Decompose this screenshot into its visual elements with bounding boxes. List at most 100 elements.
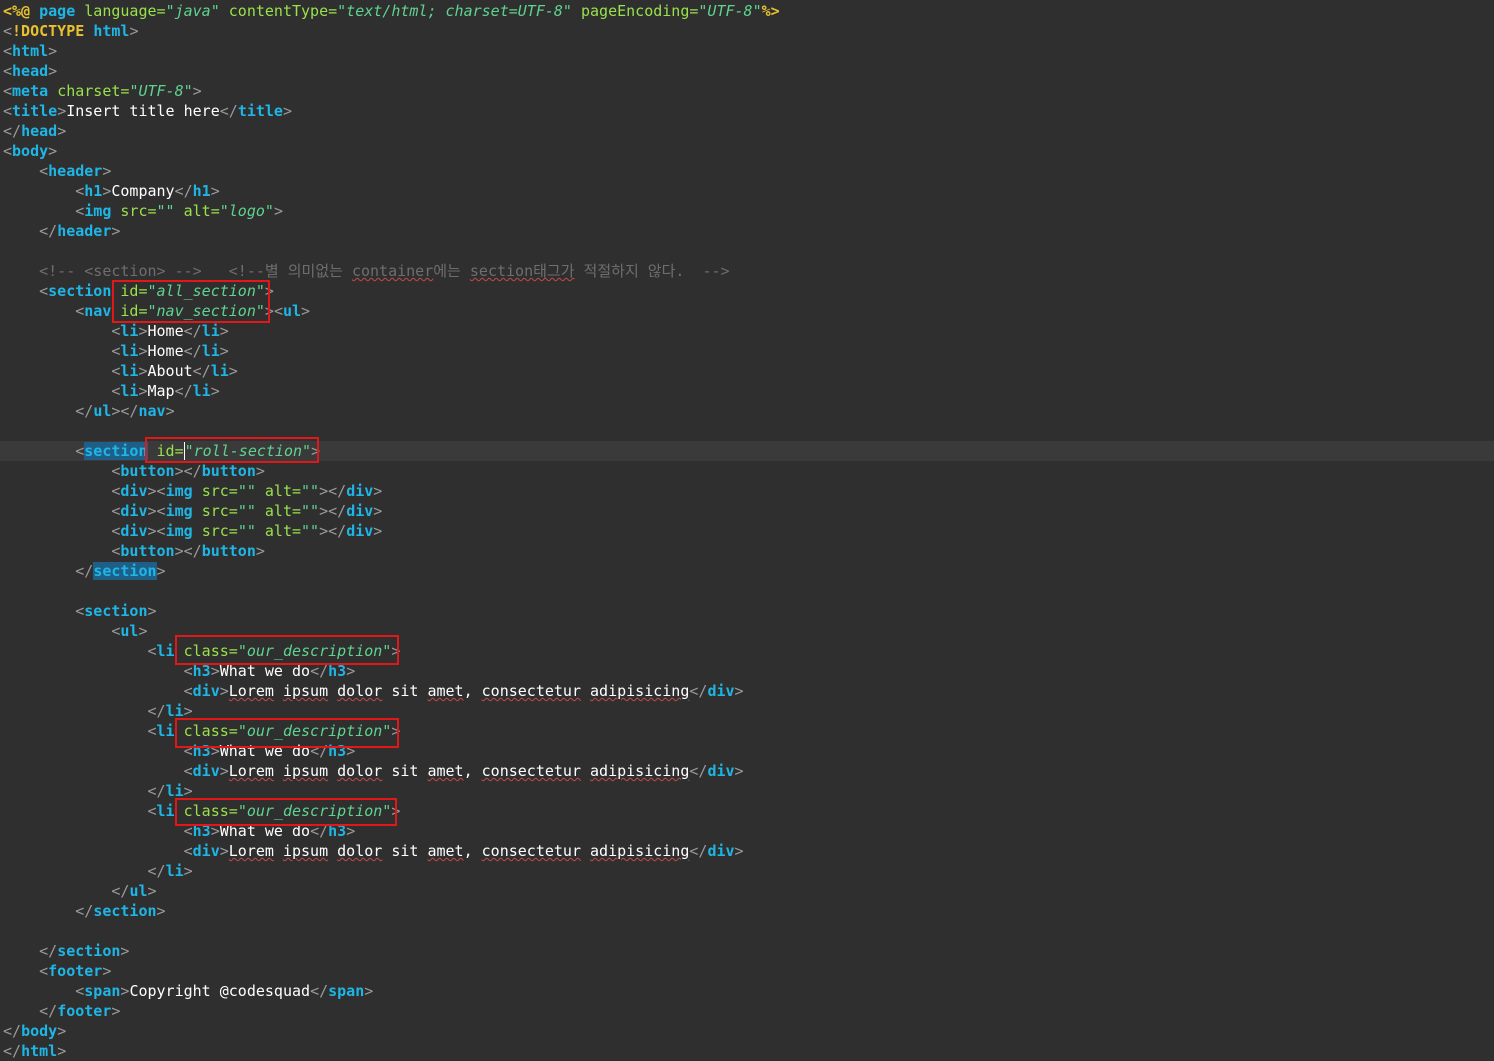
code-token: > (183, 862, 193, 880)
code-line[interactable]: <head> (0, 61, 1494, 81)
code-line[interactable]: <h3>What we do</h3> (0, 661, 1494, 681)
code-line[interactable]: <li>Home</li> (0, 341, 1494, 361)
code-line[interactable]: <div><img src="" alt=""></div> (0, 501, 1494, 521)
code-token: sit (382, 762, 428, 780)
code-line[interactable]: <section id="all_section"> (0, 281, 1494, 301)
code-token: ></ (174, 462, 202, 480)
code-token: alt= (183, 202, 220, 220)
code-line[interactable]: </section> (0, 561, 1494, 581)
code-token: > (102, 962, 112, 980)
code-line[interactable] (0, 581, 1494, 601)
code-token: > (138, 382, 148, 400)
code-line[interactable]: <title>Insert title here</title> (0, 101, 1494, 121)
code-token: h3 (192, 662, 211, 680)
code-token: > (264, 302, 274, 320)
code-line[interactable]: <li>About</li> (0, 361, 1494, 381)
code-line[interactable]: <img src="" alt="logo"> (0, 201, 1494, 221)
code-line[interactable] (0, 241, 1494, 261)
code-line[interactable]: </ul> (0, 881, 1494, 901)
code-line[interactable]: <button></button> (0, 461, 1494, 481)
code-token: head (21, 122, 58, 140)
code-line[interactable]: </ul></nav> (0, 401, 1494, 421)
code-line[interactable]: <li>Map</li> (0, 381, 1494, 401)
code-line[interactable]: <nav id="nav_section"><ul> (0, 301, 1494, 321)
code-token: h3 (192, 742, 211, 760)
code-editor[interactable]: <%@ page language="java" contentType="te… (0, 0, 1494, 1060)
code-token: sit (382, 682, 428, 700)
code-token: li (165, 862, 184, 880)
code-line[interactable]: </header> (0, 221, 1494, 241)
code-token: nav (138, 402, 166, 420)
code-line[interactable]: <!-- <section> --> <!--별 의미없는 container에… (0, 261, 1494, 281)
code-line[interactable]: <!DOCTYPE html> (0, 21, 1494, 41)
code-line[interactable]: <ul> (0, 621, 1494, 641)
code-token: li (156, 802, 184, 820)
code-line[interactable]: </li> (0, 781, 1494, 801)
code-line[interactable]: </head> (0, 121, 1494, 141)
code-line[interactable]: <section> (0, 601, 1494, 621)
code-line[interactable]: <h3>What we do</h3> (0, 741, 1494, 761)
code-line[interactable]: <div><img src="" alt=""></div> (0, 521, 1494, 541)
code-line[interactable]: <div><img src="" alt=""></div> (0, 481, 1494, 501)
code-line[interactable]: <li class="our_description"> (0, 721, 1494, 741)
code-token: html (12, 42, 49, 60)
code-token: src= (201, 502, 238, 520)
code-token: > (156, 562, 166, 580)
code-line[interactable]: </li> (0, 701, 1494, 721)
code-line[interactable]: </section> (0, 901, 1494, 921)
code-line[interactable]: <button></button> (0, 541, 1494, 561)
code-token: > (346, 742, 356, 760)
code-line[interactable]: <meta charset="UTF-8"> (0, 81, 1494, 101)
code-line[interactable]: </body> (0, 1021, 1494, 1041)
code-line[interactable] (0, 921, 1494, 941)
code-line[interactable]: <div>Lorem ipsum dolor sit amet, consect… (0, 761, 1494, 781)
code-token: id= (156, 442, 184, 460)
code-line[interactable]: </footer> (0, 1001, 1494, 1021)
code-token: img (165, 502, 202, 520)
code-token: < (273, 302, 283, 320)
code-token: > (210, 742, 220, 760)
code-line[interactable]: <div>Lorem ipsum dolor sit amet, consect… (0, 841, 1494, 861)
code-token: h3 (328, 742, 347, 760)
code-token: li (165, 702, 184, 720)
code-line[interactable]: <li class="our_description"> (0, 641, 1494, 661)
code-line[interactable] (0, 421, 1494, 441)
code-token: Lorem (228, 682, 274, 700)
code-token: img (84, 202, 121, 220)
code-line[interactable]: <h3>What we do</h3> (0, 821, 1494, 841)
code-line[interactable]: </html> (0, 1041, 1494, 1061)
code-line[interactable]: <h1>Company</h1> (0, 181, 1494, 201)
code-line[interactable]: </li> (0, 861, 1494, 881)
code-token: </ (3, 1042, 22, 1060)
code-token: </ (183, 342, 202, 360)
code-token: li (192, 382, 211, 400)
code-token: Copyright @codesquad (129, 982, 311, 1000)
code-token: > (219, 322, 229, 340)
code-line[interactable]: <section id="roll-section"> (0, 441, 1494, 461)
code-line[interactable]: </section> (0, 941, 1494, 961)
code-token: ipsum (282, 842, 329, 860)
code-token: > (210, 382, 220, 400)
code-line[interactable]: <li>Home</li> (0, 321, 1494, 341)
code-token: > (183, 702, 193, 720)
code-line[interactable]: <header> (0, 161, 1494, 181)
code-line[interactable]: <html> (0, 41, 1494, 61)
code-line[interactable]: <span>Copyright @codesquad</span> (0, 981, 1494, 1001)
code-token: div (346, 482, 374, 500)
code-token: > (111, 1002, 121, 1020)
code-line[interactable]: <footer> (0, 961, 1494, 981)
code-line[interactable]: <div>Lorem ipsum dolor sit amet, consect… (0, 681, 1494, 701)
code-line[interactable]: <li class="our_description"> (0, 801, 1494, 821)
code-line[interactable]: <body> (0, 141, 1494, 161)
code-token: src= (201, 482, 238, 500)
code-line[interactable]: <%@ page language="java" contentType="te… (0, 1, 1494, 21)
code-token: Home (147, 322, 184, 340)
code-token: < (3, 62, 13, 80)
